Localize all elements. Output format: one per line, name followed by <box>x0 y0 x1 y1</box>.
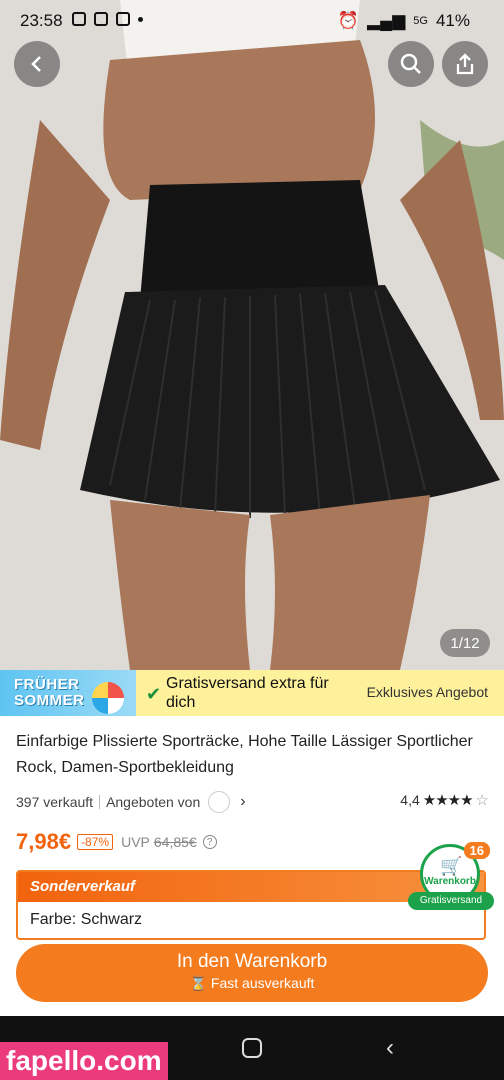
chevron-left-icon <box>31 56 41 72</box>
check-icon: ✔ <box>146 684 162 704</box>
rating-value: 4,4 <box>400 792 420 808</box>
uvp-label: UVP <box>121 834 150 850</box>
sold-count: 397 verkauft <box>16 794 94 810</box>
home-icon[interactable] <box>242 1038 262 1058</box>
cart-icon: 🛒 <box>440 856 463 876</box>
rating[interactable]: 4,4 ★★★★ ☆ <box>400 791 489 809</box>
add-to-cart-label: In den Warenkorb <box>176 951 328 972</box>
notification-icons <box>72 12 143 26</box>
add-to-cart-button[interactable]: In den Warenkorb ⌛ Fast ausverkauft <box>16 944 488 1002</box>
cart-shipping-label: Gratisversand <box>408 892 494 910</box>
share-button[interactable] <box>442 41 488 87</box>
back-button[interactable] <box>14 41 60 87</box>
price-row: 7,98€ -87% UVP 64,85€ ? <box>16 829 217 855</box>
offered-by-label[interactable]: Angeboten von <box>106 794 200 810</box>
game-icon <box>94 12 108 26</box>
free-shipping-text: Gratisversand extra für dich <box>166 675 329 711</box>
cart-float-button[interactable]: 🛒 Warenkorb 16 Gratisversand <box>408 842 494 912</box>
share-icon <box>456 53 474 75</box>
divider <box>99 795 101 809</box>
chevron-right-icon[interactable]: › <box>240 793 245 811</box>
current-price: 7,98€ <box>16 829 72 854</box>
skirt-photo <box>0 0 504 670</box>
network-label: 5G <box>413 15 428 27</box>
low-stock-label: ⌛ Fast ausverkauft <box>189 975 315 991</box>
sales-info: 397 verkauft Angeboten von › <box>16 791 246 813</box>
status-bar: 23:58 ⏰ ▂▄▆ 5G 41% <box>0 0 504 42</box>
beach-ball-icon <box>92 682 124 714</box>
search-icon <box>400 53 421 74</box>
shop-icon <box>116 12 130 26</box>
seller-logo[interactable] <box>208 791 231 813</box>
half-star-icon: ☆ <box>475 792 489 809</box>
image-counter: 1/12 <box>440 629 490 657</box>
battery-level: 41% <box>435 11 470 30</box>
signal-icon: ▂▄▆ <box>367 11 406 30</box>
watermark: fapello.com <box>0 1042 168 1080</box>
product-title: Einfarbige Plissierte Sporträcke, Hohe T… <box>16 733 473 776</box>
info-icon[interactable]: ? <box>202 835 217 849</box>
early-summer-label: FRÜHER SOMMER <box>14 676 85 709</box>
original-price: 64,85€ <box>153 834 197 850</box>
promo-banner[interactable]: FRÜHER SOMMER ✔ Gratisversand extra für … <box>0 670 504 716</box>
more-dot-icon <box>138 16 143 22</box>
system-icons: ⏰ ▂▄▆ 5G 41% <box>338 11 470 31</box>
discount-badge: -87% <box>77 834 114 850</box>
product-image[interactable]: 23:58 ⏰ ▂▄▆ 5G 41% 1/12 <box>0 0 504 670</box>
cart-label: Warenkorb <box>424 876 476 887</box>
star-icon: ★★★★ <box>422 792 474 809</box>
exclusive-offer-text: Exklusives Angebot <box>366 684 488 700</box>
status-time: 23:58 <box>20 11 63 30</box>
gallery-icon <box>72 12 86 26</box>
search-button[interactable] <box>388 41 434 87</box>
cart-count-badge: 16 <box>463 842 490 859</box>
alarm-icon: ⏰ <box>337 11 360 30</box>
back-nav-icon[interactable]: ‹ <box>386 1034 394 1062</box>
